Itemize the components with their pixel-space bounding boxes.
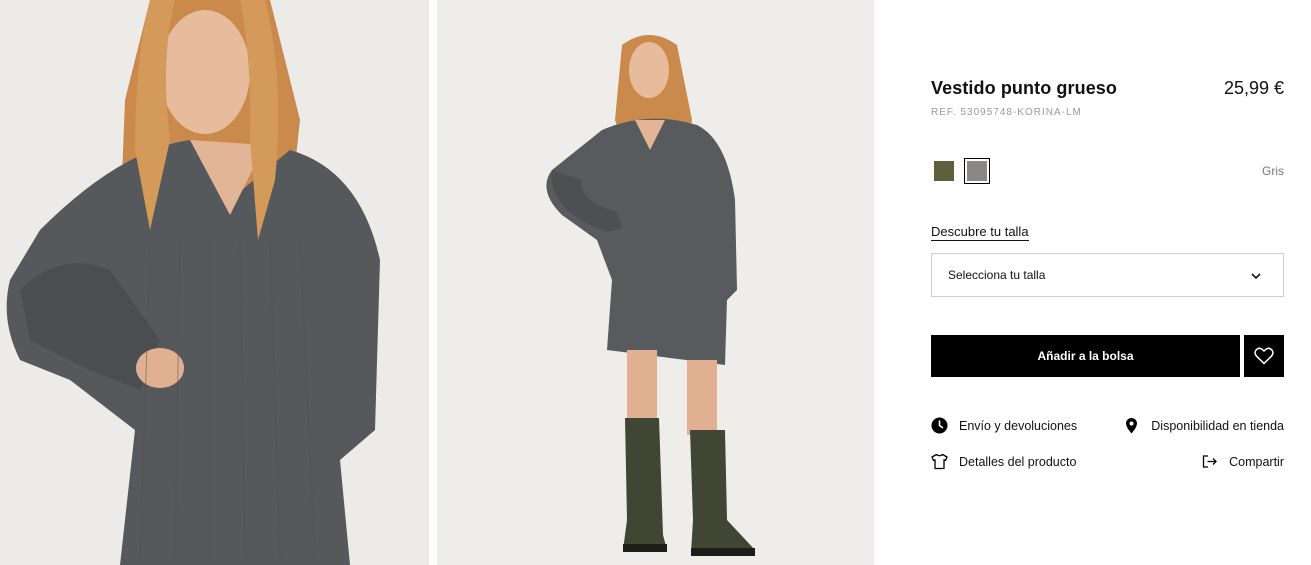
heart-icon	[1254, 347, 1274, 365]
product-price: 25,99 €	[1223, 78, 1284, 98]
store-availability-link[interactable]: Disponibilidad en tienda	[1123, 417, 1284, 434]
share-link[interactable]: Compartir	[1201, 453, 1284, 470]
chevron-down-icon	[1251, 273, 1261, 280]
product-details-link[interactable]: Detalles del producto	[931, 453, 1076, 470]
product-details-label: Detalles del producto	[959, 454, 1077, 469]
product-info-panel: Vestido punto grueso 25,99 € REF. 530957…	[931, 0, 1284, 565]
color-swatch-khaki[interactable]	[934, 161, 954, 181]
size-select-dropdown[interactable]: Selecciona tu talla	[931, 253, 1284, 297]
shipping-returns-link[interactable]: Envío y devoluciones	[931, 417, 1077, 434]
location-pin-icon	[1126, 418, 1138, 434]
product-page: Vestido punto grueso 25,99 € REF. 530957…	[0, 0, 1311, 565]
shipping-returns-label: Envío y devoluciones	[959, 418, 1078, 433]
wishlist-button[interactable]	[1244, 335, 1284, 377]
photo-fullbody-illustration	[437, 0, 874, 565]
selected-color-label: Gris	[1262, 164, 1284, 178]
size-guide-link[interactable]: Descubre tu talla	[931, 224, 1029, 241]
product-title: Vestido punto grueso	[931, 78, 1118, 98]
color-swatch-grey-selected[interactable]	[964, 158, 990, 184]
add-to-bag-button[interactable]: Añadir a la bolsa	[931, 335, 1240, 377]
product-reference: REF. 53095748-KORINA-LM	[931, 107, 1082, 118]
color-swatch-grey-fill	[967, 161, 987, 181]
share-label: Compartir	[1229, 454, 1284, 469]
size-select-label: Selecciona tu talla	[948, 268, 1046, 282]
product-photo-closeup[interactable]	[0, 0, 429, 565]
share-icon	[1202, 455, 1218, 468]
tshirt-icon	[931, 453, 948, 470]
product-photo-fullbody[interactable]	[437, 0, 874, 565]
store-availability-label: Disponibilidad en tienda	[1151, 418, 1284, 433]
clock-icon	[931, 417, 948, 434]
photo-closeup-illustration	[0, 0, 429, 565]
